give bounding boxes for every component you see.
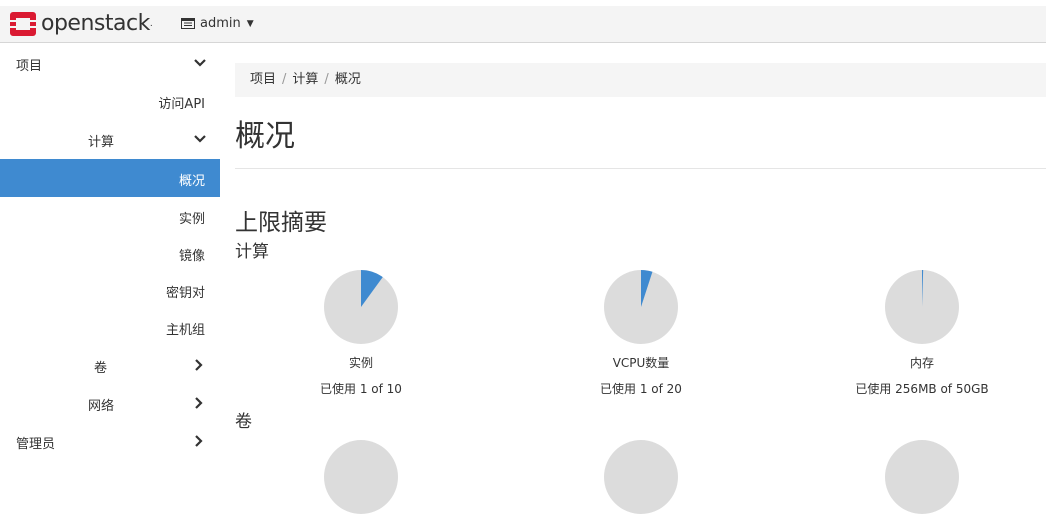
breadcrumb-item[interactable]: 计算 — [292, 72, 318, 87]
volumes-heading: 卷 — [235, 412, 252, 432]
breadcrumb-separator: / — [324, 72, 329, 87]
pie-usage: 已使用 1 of 20 — [600, 382, 682, 396]
compute-heading: 计算 — [235, 242, 269, 262]
top-edge — [0, 0, 1046, 6]
sidebar-item-project[interactable]: 项目 — [0, 44, 220, 82]
chevron-down-icon — [194, 59, 206, 67]
pie-chart-vcpus — [604, 270, 678, 344]
pie-usage: 已使用 1 of 10 — [320, 382, 402, 396]
pie-card-volume-3 — [802, 439, 1042, 515]
pie-card-instances: 实例 已使用 1 of 10 — [241, 269, 481, 397]
breadcrumb-item: 概况 — [334, 72, 361, 87]
main-content: 项目 / 计算 / 概况 概况 上限摘要 计算 实例 已使用 1 of 10 VCPU数… — [235, 44, 1046, 514]
pie-card-volume-2 — [521, 439, 761, 515]
sidebar-item-key-pairs[interactable]: 密钥对 — [0, 271, 220, 309]
sidebar-item-label: 实例 — [178, 212, 205, 227]
sidebar: 项目 访问API 计算 概况 实例 镜像 密钥对 主机组 卷 网络 管理员 — [0, 44, 220, 464]
sidebar-item-network[interactable]: 网络 — [0, 384, 220, 422]
project-selector[interactable]: admin ▼ — [181, 16, 254, 31]
sidebar-item-images[interactable]: 镜像 — [0, 234, 220, 272]
sidebar-item-label: 卷 — [94, 361, 108, 376]
page-title: 概况 — [235, 119, 295, 154]
pie-label: 内存 — [909, 356, 934, 370]
sidebar-item-access-api[interactable]: 访问API — [0, 82, 220, 120]
limit-summary-heading: 上限摘要 — [235, 210, 327, 236]
pie-chart-instances — [324, 270, 398, 344]
sidebar-item-label: 概况 — [178, 174, 205, 189]
sidebar-item-label: 项目 — [16, 59, 43, 74]
sidebar-item-admin[interactable]: 管理员 — [0, 422, 220, 460]
sidebar-item-label: 主机组 — [165, 323, 205, 338]
chevron-right-icon — [195, 397, 203, 409]
sidebar-item-label: 密钥对 — [165, 286, 205, 301]
sidebar-item-label: 访问API — [158, 97, 205, 112]
sidebar-item-label: 管理员 — [16, 437, 56, 452]
brand-name: openstack — [41, 11, 150, 36]
pie-chart-ram — [885, 270, 959, 344]
project-icon — [181, 18, 195, 29]
pie-card-vcpus: VCPU数量 已使用 1 of 20 — [521, 269, 761, 397]
openstack-logo-icon — [10, 12, 36, 36]
pie-label: VCPU数量 — [612, 356, 670, 370]
project-label: admin — [200, 16, 241, 31]
chevron-right-icon — [195, 435, 203, 447]
chevron-right-icon — [195, 359, 203, 371]
sidebar-item-label: 网络 — [88, 399, 115, 414]
pie-chart-partial — [885, 440, 959, 514]
sidebar-item-server-groups[interactable]: 主机组 — [0, 308, 220, 346]
brand-tm: . — [149, 19, 153, 29]
sidebar-item-volumes[interactable]: 卷 — [0, 346, 220, 384]
breadcrumb-separator: / — [282, 72, 287, 87]
sidebar-item-compute[interactable]: 计算 — [0, 120, 220, 158]
pie-chart-partial — [604, 440, 678, 514]
sidebar-item-label: 计算 — [88, 135, 115, 150]
top-navbar: openstack . admin ▼ — [0, 0, 1046, 43]
breadcrumb: 项目 / 计算 / 概况 — [235, 63, 1046, 97]
pie-usage: 已使用 256MB of 50GB — [855, 382, 989, 396]
sidebar-item-instances[interactable]: 实例 — [0, 197, 220, 235]
pie-card-ram: 内存 已使用 256MB of 50GB — [802, 269, 1042, 397]
breadcrumb-item[interactable]: 项目 — [250, 72, 276, 87]
sidebar-item-label: 镜像 — [178, 249, 205, 264]
sidebar-item-overview[interactable]: 概况 — [0, 159, 220, 197]
divider — [235, 168, 1046, 169]
chevron-down-icon — [194, 135, 206, 143]
pie-chart-partial — [324, 440, 398, 514]
pie-card-volume-1 — [241, 439, 481, 515]
openstack-logo[interactable]: openstack . — [10, 12, 153, 36]
pie-label: 实例 — [348, 356, 373, 370]
caret-down-icon: ▼ — [246, 18, 254, 29]
